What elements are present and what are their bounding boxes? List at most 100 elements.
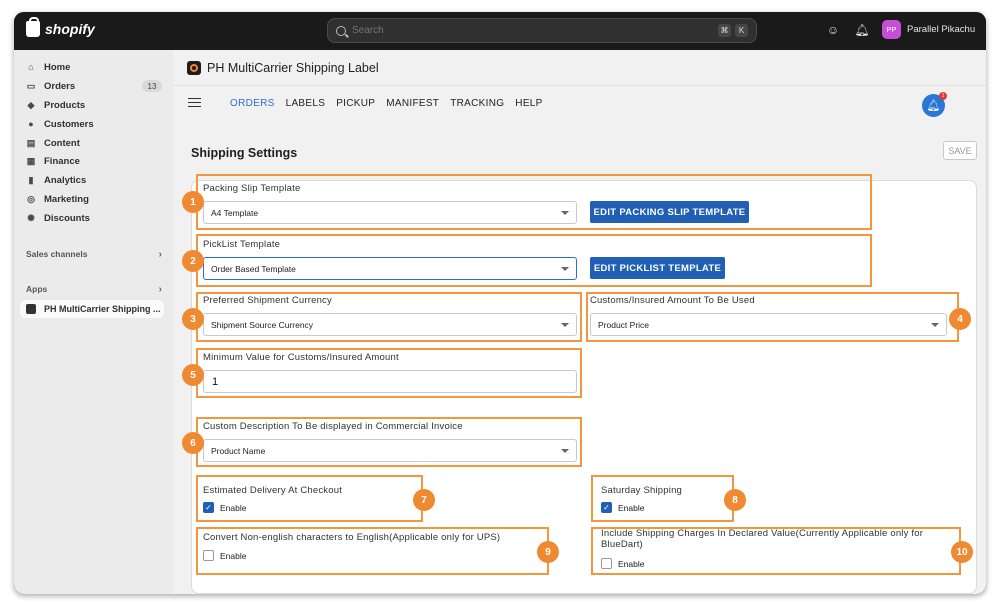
tab-orders[interactable]: ORDERS xyxy=(230,98,275,109)
non-english-checkbox[interactable] xyxy=(203,550,214,561)
sales-channels-section[interactable]: Sales channels › xyxy=(26,249,162,260)
search-icon xyxy=(336,25,346,36)
sidebar-item-discounts[interactable]: ✺ Discounts xyxy=(20,209,164,227)
sidebar: ⌂ Home ▭ Orders 13 ◆ Products ● Customers ▤ Co… xyxy=(14,50,173,594)
shipping-charges-checkbox[interactable] xyxy=(601,558,612,569)
chart-icon: ▮ xyxy=(28,174,34,185)
estimated-delivery-checkbox[interactable]: ✓ xyxy=(203,502,214,513)
sidebar-item-products[interactable]: ◆ Products xyxy=(20,96,164,114)
sidebar-item-marketing[interactable]: ◎ Marketing xyxy=(20,190,164,208)
app-tabs: ORDERS LABELS PICKUP MANIFEST TRACKING H… xyxy=(230,98,543,109)
apps-label: Apps xyxy=(26,284,48,294)
shopify-logo[interactable]: shopify xyxy=(26,17,95,37)
dropdown-caret-icon xyxy=(561,323,569,327)
apps-section[interactable]: Apps › xyxy=(26,284,162,295)
notifications-bell-icon[interactable]: 🔔︎ xyxy=(854,23,869,37)
shipping-charges-label-line1: Include Shipping Charges In Declared Val… xyxy=(601,528,924,539)
sidebar-item-label: Analytics xyxy=(44,174,87,186)
orders-count-badge: 13 xyxy=(142,80,162,92)
checkbox-label: Enable xyxy=(220,502,247,513)
tab-pickup[interactable]: PICKUP xyxy=(336,98,375,109)
packing-slip-select[interactable]: A4 Template xyxy=(203,201,577,224)
non-english-checkbox-row[interactable]: Enable xyxy=(203,550,246,561)
sidebar-item-label: Finance xyxy=(44,155,80,167)
top-bar: shopify ⌘ K ☺ 🔔︎ PP Parallel Pikachu xyxy=(14,12,986,50)
save-button[interactable]: SAVE xyxy=(943,141,977,160)
dropdown-caret-icon xyxy=(561,211,569,215)
hamburger-menu-icon[interactable] xyxy=(188,98,201,107)
customs-amount-select[interactable]: Product Price xyxy=(590,313,947,336)
sidebar-item-label: PH MultiCarrier Shipping ... xyxy=(44,304,161,314)
tab-manifest[interactable]: MANIFEST xyxy=(386,98,439,109)
k-key-hint: K xyxy=(735,24,748,37)
checkbox-label: Enable xyxy=(220,550,247,561)
estimated-delivery-checkbox-row[interactable]: ✓ Enable xyxy=(203,502,246,513)
step-badge-5: 5 xyxy=(182,364,204,386)
saturday-shipping-checkbox[interactable]: ✓ xyxy=(601,502,612,513)
discount-icon: ✺ xyxy=(27,212,35,223)
user-menu[interactable]: PP Parallel Pikachu xyxy=(882,20,975,39)
custom-description-select[interactable]: Product Name xyxy=(203,439,577,462)
step-badge-6: 6 xyxy=(182,432,204,454)
min-value-label: Minimum Value for Customs/Insured Amount xyxy=(203,352,399,363)
currency-select[interactable]: Shipment Source Currency xyxy=(203,313,577,336)
packing-slip-value: A4 Template xyxy=(211,207,259,218)
sidebar-item-content[interactable]: ▤ Content xyxy=(20,134,164,152)
sidebar-item-orders[interactable]: ▭ Orders 13 xyxy=(20,77,164,95)
step-badge-1: 1 xyxy=(182,191,204,213)
tab-help[interactable]: HELP xyxy=(515,98,542,109)
app-notification-button[interactable]: 🔔︎ 1 xyxy=(922,92,947,117)
avatar: PP xyxy=(882,20,901,39)
user-name: Parallel Pikachu xyxy=(907,24,976,35)
saturday-shipping-label: Saturday Shipping xyxy=(601,485,683,496)
edit-packing-slip-button[interactable]: EDIT PACKING SLIP TEMPLATE xyxy=(590,201,749,223)
step-badge-2: 2 xyxy=(182,250,204,272)
sidebar-item-analytics[interactable]: ▮ Analytics xyxy=(20,171,164,189)
step-badge-3: 3 xyxy=(182,308,204,330)
custom-description-label: Custom Description To Be displayed in Co… xyxy=(203,421,463,432)
sidebar-item-finance[interactable]: ▦ Finance xyxy=(20,152,164,170)
brand-name: shopify xyxy=(45,21,95,37)
saturday-shipping-checkbox-row[interactable]: ✓ Enable xyxy=(601,502,644,513)
min-value-input[interactable] xyxy=(203,370,577,393)
checkbox-label: Enable xyxy=(618,502,645,513)
currency-label: Preferred Shipment Currency xyxy=(203,295,332,306)
picklist-value: Order Based Template xyxy=(211,263,296,274)
tab-labels[interactable]: LABELS xyxy=(286,98,326,109)
step-badge-8: 8 xyxy=(724,489,746,511)
sidebar-item-ph-multicarrier[interactable]: PH MultiCarrier Shipping ... xyxy=(20,300,164,318)
search-bar[interactable]: ⌘ K xyxy=(327,18,757,43)
picklist-label: PickList Template xyxy=(203,239,281,250)
app-header: PH MultiCarrier Shipping Label xyxy=(173,50,986,86)
step-badge-10: 10 xyxy=(951,541,973,563)
highlight-box-7 xyxy=(196,475,423,522)
sidebar-item-label: Marketing xyxy=(44,193,89,205)
customs-amount-value: Product Price xyxy=(598,319,650,330)
sidebar-item-home[interactable]: ⌂ Home xyxy=(20,58,164,76)
search-input[interactable] xyxy=(352,25,714,36)
shipping-charges-label-line2: BlueDart) xyxy=(601,539,643,550)
person-icon: ● xyxy=(28,119,34,129)
sidekick-icon[interactable]: ☺ xyxy=(826,23,840,37)
step-badge-9: 9 xyxy=(537,541,559,563)
tag-icon: ◆ xyxy=(27,99,35,110)
home-icon: ⌂ xyxy=(28,62,34,72)
app-logo-icon xyxy=(26,304,36,314)
step-badge-7: 7 xyxy=(413,489,435,511)
edit-picklist-button[interactable]: EDIT PICKLIST TEMPLATE xyxy=(590,257,725,279)
chevron-right-icon: › xyxy=(158,249,162,260)
picklist-select[interactable]: Order Based Template xyxy=(203,257,577,280)
currency-value: Shipment Source Currency xyxy=(211,319,314,330)
notification-count-badge: 1 xyxy=(939,92,947,100)
sidebar-item-label: Home xyxy=(44,61,71,73)
page-title: Shipping Settings xyxy=(191,146,298,160)
estimated-delivery-label: Estimated Delivery At Checkout xyxy=(203,485,343,496)
app-title: PH MultiCarrier Shipping Label xyxy=(207,60,379,75)
tab-tracking[interactable]: TRACKING xyxy=(450,98,504,109)
sidebar-item-customers[interactable]: ● Customers xyxy=(20,115,164,133)
target-icon: ◎ xyxy=(27,193,35,204)
dropdown-caret-icon xyxy=(931,323,939,327)
shipping-charges-checkbox-row[interactable]: Enable xyxy=(601,558,644,569)
packing-slip-label: Packing Slip Template xyxy=(203,183,301,194)
command-key-icon: ⌘ xyxy=(718,24,731,37)
